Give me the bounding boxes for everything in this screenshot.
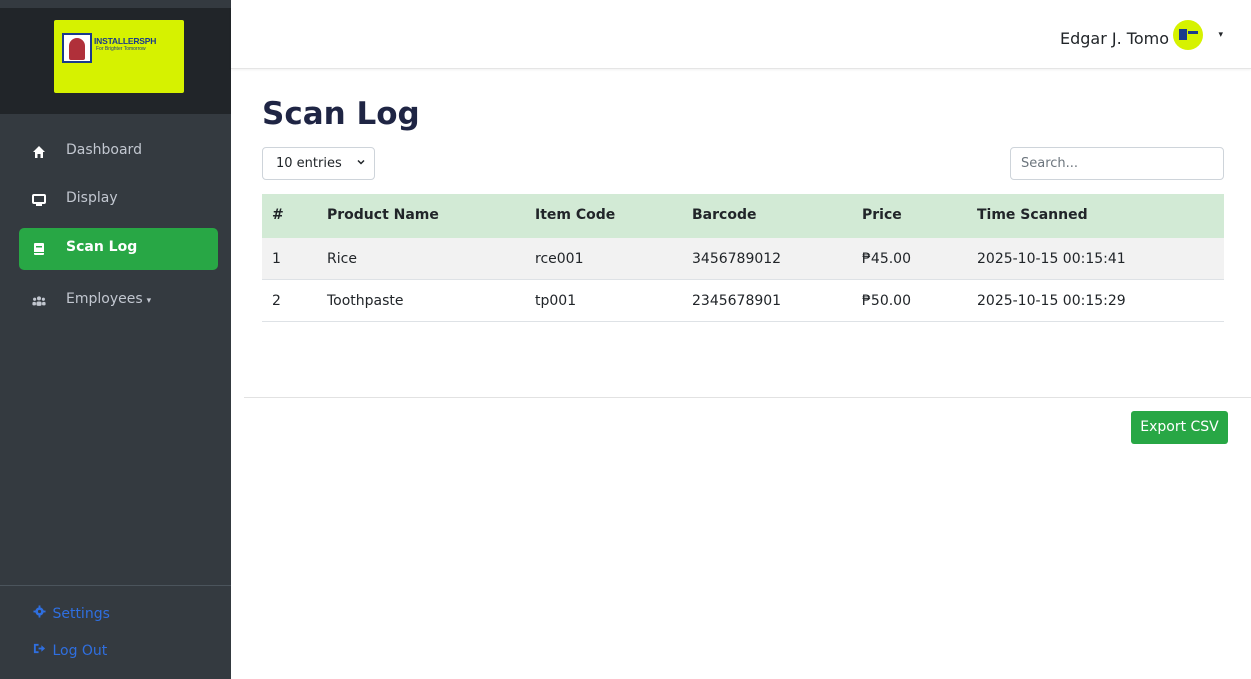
table-cell: Toothpaste <box>327 293 404 309</box>
logo-area: INSTALLERSPH For Brighter Tomorrow <box>0 8 231 114</box>
brand-logo[interactable]: INSTALLERSPH For Brighter Tomorrow <box>54 20 184 93</box>
sidebar-footer <box>0 585 231 586</box>
table-cell: rce001 <box>535 251 584 267</box>
table-row: 2 Toothpaste tp001 2345678901 ₱50.00 202… <box>262 280 1224 322</box>
table-header-row: # Product Name Item Code Barcode Price T… <box>262 194 1224 238</box>
sidebar-item-label: Display <box>66 190 118 206</box>
column-header[interactable]: Price <box>862 207 902 223</box>
logo-badge-icon <box>62 33 92 63</box>
chevron-down-icon[interactable]: ▾ <box>1218 30 1223 40</box>
gear-icon <box>33 605 46 618</box>
users-icon <box>32 296 46 306</box>
scan-log-table: # Product Name Item Code Barcode Price T… <box>262 194 1224 322</box>
chevron-down-icon <box>357 159 365 165</box>
search-input[interactable]: Search... <box>1010 147 1224 180</box>
monitor-icon <box>32 194 46 206</box>
table-cell: tp001 <box>535 293 577 309</box>
logout-icon <box>33 643 46 654</box>
sidebar-item-label: Scan Log <box>66 239 138 255</box>
table-cell: ₱45.00 <box>862 251 911 267</box>
logo-title: INSTALLERSPH <box>94 36 157 46</box>
table-cell: 3456789012 <box>692 251 782 267</box>
logout-link[interactable]: Log Out <box>33 642 107 659</box>
sidebar-item-employees[interactable]: Employees ▾ <box>19 280 218 322</box>
sidebar: INSTALLERSPH For Brighter Tomorrow Dashb… <box>0 0 231 679</box>
page-title: Scan Log <box>262 96 420 132</box>
table-cell: 1 <box>272 251 281 267</box>
entries-value: 10 entries <box>276 156 342 171</box>
logout-label: Log Out <box>52 643 108 659</box>
table-cell: 2 <box>272 293 281 309</box>
column-header[interactable]: Item Code <box>535 207 615 223</box>
table-row: 1 Rice rce001 3456789012 ₱45.00 2025-10-… <box>262 238 1224 280</box>
table-cell: 2025-10-15 00:15:41 <box>977 251 1126 267</box>
sidebar-item-scan-log[interactable]: Scan Log <box>19 228 218 270</box>
sidebar-item-dashboard[interactable]: Dashboard <box>19 131 218 173</box>
column-header[interactable]: Product Name <box>327 207 439 223</box>
column-header[interactable]: Barcode <box>692 207 756 223</box>
logo-tagline: For Brighter Tomorrow <box>96 46 146 52</box>
home-icon <box>33 146 45 158</box>
table-cell: Rice <box>327 251 357 267</box>
sidebar-item-label: Employees ▾ <box>66 291 152 307</box>
book-icon <box>34 243 44 255</box>
top-navbar: Edgar J. Tomo ▾ <box>231 0 1251 69</box>
settings-link[interactable]: Settings <box>33 605 110 622</box>
user-name[interactable]: Edgar J. Tomo <box>1060 29 1169 48</box>
chevron-down-icon: ▾ <box>146 296 152 306</box>
table-cell: 2345678901 <box>692 293 782 309</box>
sidebar-item-label: Dashboard <box>66 142 142 158</box>
divider <box>244 397 1251 398</box>
avatar[interactable] <box>1173 20 1203 50</box>
column-header[interactable]: Time Scanned <box>977 207 1088 223</box>
sidebar-item-display[interactable]: Display <box>19 179 218 221</box>
table-cell: 2025-10-15 00:15:29 <box>977 293 1126 309</box>
settings-label: Settings <box>52 606 110 622</box>
column-header[interactable]: # <box>272 207 284 223</box>
table-cell: ₱50.00 <box>862 293 911 309</box>
entries-select[interactable]: 10 entries <box>262 147 375 180</box>
export-csv-button[interactable]: Export CSV <box>1131 411 1228 444</box>
